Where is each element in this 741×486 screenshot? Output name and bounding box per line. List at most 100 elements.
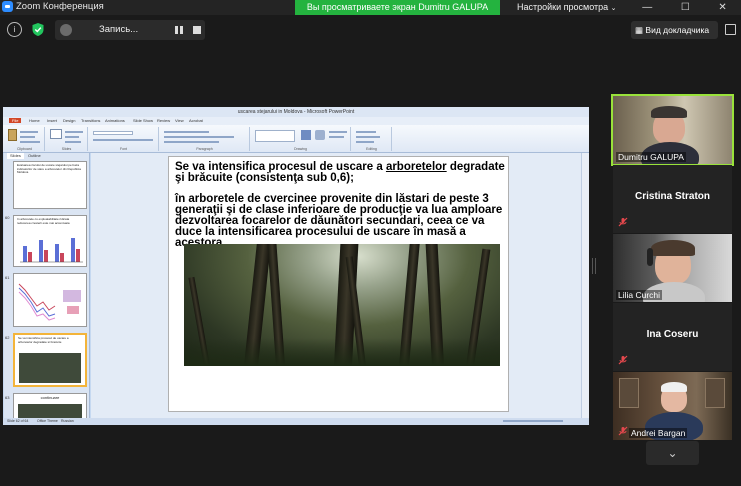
thumbnail-number: 63: [5, 395, 10, 400]
ppt-ribbon-tabs: File Home Insert Design Transitions Anim…: [3, 117, 589, 125]
participant-name: Dumitru GALUPA: [616, 152, 686, 162]
ribbon-group-drawing: Drawing: [251, 127, 351, 151]
slide-paragraph-1: Se va intensifica procesul de uscare a a…: [175, 161, 505, 184]
mic-muted-icon: [618, 426, 628, 436]
participant-name: Ina Coseru: [646, 329, 699, 340]
slide-scrollbar[interactable]: [581, 153, 589, 418]
share-banner: Вы просматриваете экран Dumitru GALUPA: [295, 0, 500, 15]
thumbnail-text: continuare: [40, 395, 60, 400]
stop-icon[interactable]: [193, 26, 201, 34]
maximize-icon[interactable]: ☐: [681, 2, 690, 13]
slide-thumbnail[interactable]: Evaluarea riscului de uscare stejarului …: [13, 161, 87, 209]
participant-tile-andrei[interactable]: Andrei Bargan: [613, 372, 732, 440]
grid-icon: ▦: [635, 25, 644, 35]
ppt-tab[interactable]: Design: [63, 118, 75, 123]
slide-thumbnail-selected[interactable]: Se va intensifica procesul de uscare a a…: [13, 333, 87, 387]
thumbnail-mini-chart: [18, 283, 81, 321]
recording-label: Запись...: [99, 24, 139, 35]
slide-editor: Se va intensifica procesul de uscare a a…: [91, 153, 589, 418]
zoom-logo-icon: [2, 1, 13, 12]
recording-control: Запись...: [55, 20, 205, 40]
participant-tile-dumitru[interactable]: Dumitru GALUPA: [611, 94, 734, 166]
minimize-icon[interactable]: —: [642, 2, 652, 13]
thumbnail-number: 61: [5, 275, 10, 280]
title-bar: Zoom Конференция Вы просматриваете экран…: [0, 0, 741, 15]
ppt-tab[interactable]: View: [175, 118, 184, 123]
thumbnail-number: 62: [5, 335, 10, 340]
participant-name: Lilia Curchi: [616, 290, 663, 300]
ppt-tab[interactable]: Review: [157, 118, 170, 123]
scroll-participants-button[interactable]: ⌄: [646, 441, 699, 465]
arrange-icon[interactable]: [301, 130, 311, 140]
thumbnail-photo: [18, 404, 82, 418]
mic-muted-icon: [618, 355, 628, 365]
panel-resize-handle[interactable]: [592, 258, 596, 274]
slide-paragraph-2: în arboretele de cvercinee provenite din…: [175, 193, 503, 249]
thumbnail-text: In arboretele cu exploatabilitate ridica…: [17, 217, 70, 225]
ppt-tab[interactable]: Insert: [47, 118, 57, 123]
slide-thumbnails-panel: Slides Outline Evaluarea riscului de usc…: [4, 153, 90, 418]
ribbon-group-label: Clipboard: [17, 147, 32, 151]
chevron-down-icon: ⌄: [667, 446, 678, 460]
close-icon[interactable]: ✕: [718, 2, 726, 13]
ribbon-group-label: Drawing: [294, 147, 307, 151]
new-slide-icon[interactable]: [50, 129, 62, 139]
ppt-tab[interactable]: Animations: [105, 118, 125, 123]
record-icon: [60, 24, 72, 36]
chevron-down-icon: ⌄: [610, 5, 617, 12]
window-controls: — ☐ ✕: [628, 0, 741, 15]
status-slide-info: Slide 62 of 64: [7, 419, 29, 423]
meeting-toolbar: i Запись...: [0, 18, 741, 42]
info-icon[interactable]: i: [7, 22, 22, 37]
current-slide[interactable]: Se va intensifica procesul de uscare a a…: [168, 156, 509, 412]
participant-tile-cristina[interactable]: Cristina Straton: [613, 165, 732, 233]
shield-icon[interactable]: [30, 22, 45, 37]
ppt-title-bar: uscarea stejarului in Moldova - Microsof…: [3, 107, 589, 117]
ribbon-group-label: Paragraph: [196, 147, 213, 151]
underlined-word: arboretelor: [385, 161, 447, 173]
slide-thumbnail[interactable]: continuare: [13, 393, 87, 418]
ppt-tab[interactable]: Slide Show: [133, 118, 153, 123]
ribbon-group-label: Editing: [366, 147, 377, 151]
ribbon-group-slides: Slides: [46, 127, 88, 151]
participant-tile-lilia[interactable]: Lilia Curchi: [613, 234, 732, 302]
app-title: Zoom Конференция: [2, 1, 104, 12]
shared-screen: uscarea stejarului in Moldova - Microsof…: [3, 107, 589, 425]
ribbon-group-font: Font: [89, 127, 159, 151]
view-options-label: Настройки просмотра: [517, 2, 609, 12]
ppt-tab[interactable]: Transitions: [81, 118, 100, 123]
ribbon-group-paragraph: Paragraph: [160, 127, 250, 151]
mic-muted-icon: [618, 217, 628, 227]
ribbon-group-label: Slides: [61, 147, 72, 151]
slide-thumbnail[interactable]: In arboretele cu exploatabilitate ridica…: [13, 215, 87, 267]
thumbnail-number: 60: [5, 215, 10, 220]
slide-thumbnail[interactable]: [13, 273, 87, 327]
shapes-gallery-icon[interactable]: [255, 130, 295, 142]
panel-tab-slides[interactable]: Slides: [7, 153, 24, 159]
participant-tile-ina[interactable]: Ina Coseru: [613, 303, 732, 371]
ppt-tab[interactable]: Acrobat: [189, 118, 203, 123]
zoom-slider[interactable]: [503, 420, 563, 422]
fullscreen-icon[interactable]: [725, 24, 736, 35]
thumbnail-text: Se va intensifica procesul de uscare a a…: [18, 336, 69, 344]
ribbon-group-clipboard: Clipboard: [5, 127, 45, 151]
participant-name: Andrei Bargan: [629, 428, 688, 438]
status-language: Russian: [61, 419, 74, 423]
thumbnail-photo: [19, 353, 81, 383]
thumbnail-mini-chart: [20, 238, 83, 263]
participant-name: Cristina Straton: [634, 191, 710, 202]
speaker-view-label: Вид докладчика: [645, 25, 710, 35]
ppt-tab[interactable]: Home: [29, 118, 40, 123]
pause-icon[interactable]: [175, 26, 183, 34]
ppt-ribbon: Clipboard Slides Font Paragraph Drawing …: [3, 125, 589, 153]
paste-icon[interactable]: [8, 129, 17, 141]
speaker-view-button[interactable]: ▦ Вид докладчика: [631, 21, 718, 39]
quick-styles-icon[interactable]: [315, 130, 325, 140]
window-title: Zoom Конференция: [16, 1, 104, 12]
view-options-menu[interactable]: Настройки просмотра ⌄: [517, 0, 624, 15]
status-theme: Office Theme: [37, 419, 58, 423]
thumbnail-text: Evaluarea riscului de uscare stejarului …: [17, 163, 81, 175]
ribbon-group-editing: Editing: [352, 127, 392, 151]
ppt-tab[interactable]: File: [9, 118, 22, 123]
panel-tab-outline[interactable]: Outline: [28, 153, 41, 159]
